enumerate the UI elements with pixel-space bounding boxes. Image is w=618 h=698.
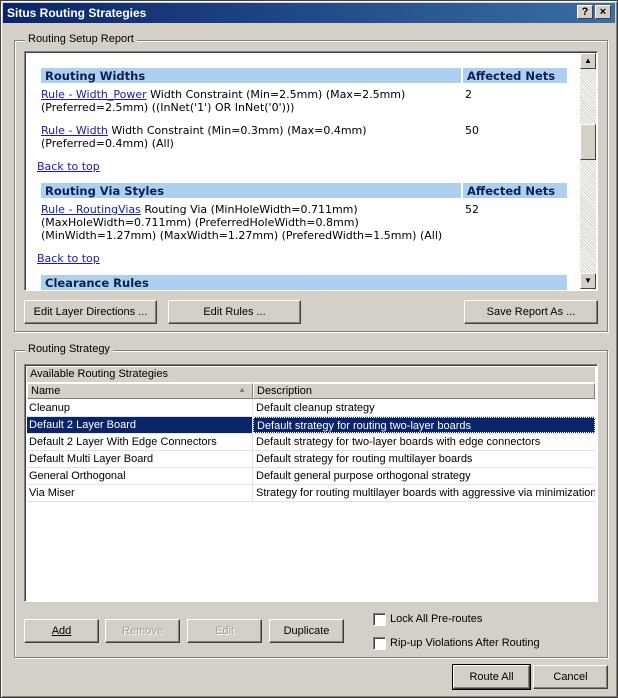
edit-rules-button[interactable]: Edit Rules ... — [168, 300, 301, 324]
strategy-row[interactable]: General Orthogonal Default general purpos… — [27, 468, 595, 485]
dialog-window: Situs Routing Strategies ? × Routing Set… — [0, 0, 618, 698]
scroll-thumb[interactable] — [580, 124, 596, 160]
affected-nets-count: 52 — [465, 203, 479, 216]
scroll-up-icon[interactable]: ▲ — [580, 53, 596, 69]
duplicate-button[interactable]: Duplicate — [269, 619, 344, 643]
section-title: Clearance Rules — [41, 275, 567, 290]
ripup-violations-checkbox[interactable] — [373, 637, 386, 650]
strategy-description: Default strategy for routing two-layer b… — [253, 417, 595, 433]
lock-preroutes-checkbox[interactable] — [373, 613, 386, 626]
strategy-name: Via Miser — [27, 485, 253, 501]
rule-link[interactable]: Rule - Width_Power — [41, 88, 147, 101]
column-header-name[interactable]: Name ▲ — [27, 383, 253, 399]
group-title-strategy: Routing Strategy — [25, 343, 113, 355]
strategy-name: Cleanup — [27, 400, 253, 416]
strategy-rows: Cleanup Default cleanup strategy Default 2… — [27, 400, 595, 502]
add-button[interactable]: Add — [24, 619, 99, 643]
strategy-description: Default cleanup strategy — [256, 402, 375, 414]
title-bar[interactable]: Situs Routing Strategies ? × — [3, 3, 615, 23]
affected-nets-count: 2 — [465, 88, 472, 101]
strategy-description: Default general purpose orthogonal strat… — [256, 470, 471, 482]
ripup-violations-label: Rip-up Violations After Routing — [390, 637, 540, 649]
report-section-heading: Routing Via Styles Affected Nets — [37, 183, 569, 198]
add-label: Add — [51, 625, 72, 637]
strategy-name: Default 2 Layer With Edge Connectors — [27, 434, 253, 450]
strategy-row[interactable]: Default 2 Layer With Edge Connectors Defa… — [27, 434, 595, 451]
strategy-name: Default 2 Layer Board — [27, 417, 253, 433]
window-title: Situs Routing Strategies — [7, 6, 147, 20]
rule-row: Rule - RoutingVias Routing Via (MinHoleW… — [37, 203, 569, 242]
report-section-heading: Routing Widths Affected Nets — [37, 68, 569, 83]
list-caption: Available Routing Strategies — [27, 367, 595, 382]
report-vertical-scrollbar[interactable]: ▲ ▼ — [580, 53, 596, 289]
section-title: Routing Widths — [41, 68, 461, 83]
report-content: Routing Widths Affected Nets Rule - Width_… — [37, 68, 569, 290]
cancel-button[interactable]: Cancel — [533, 665, 608, 689]
rule-row: Rule - Width Width Constraint (Min=0.3mm… — [37, 124, 569, 150]
rule-description: Rule - RoutingVias Routing Via (MinHoleW… — [37, 203, 459, 242]
routing-report-view[interactable]: Routing Widths Affected Nets Rule - Width_… — [24, 51, 598, 291]
section-title: Routing Via Styles — [41, 183, 461, 198]
group-title-setup: Routing Setup Report — [25, 33, 137, 45]
strategy-row[interactable]: Default 2 Layer Board Default strategy fo… — [27, 417, 595, 434]
column-description-label: Description — [257, 385, 313, 397]
rule-link[interactable]: Rule - Width — [41, 124, 108, 137]
rule-row: Rule - Width_Power Width Constraint (Min… — [37, 88, 569, 114]
strategy-name: Default Multi Layer Board — [27, 451, 253, 467]
back-to-top-link[interactable]: Back to top — [37, 252, 569, 265]
sort-ascending-icon: ▲ — [238, 385, 246, 394]
lock-preroutes-label: Lock All Pre-routes — [390, 613, 483, 625]
rule-description: Rule - Width Width Constraint (Min=0.3mm… — [37, 124, 459, 150]
scroll-down-icon[interactable]: ▼ — [580, 273, 596, 289]
strategy-description: Default strategy for two-layer boards wi… — [256, 436, 541, 448]
remove-button[interactable]: Remove — [105, 619, 180, 643]
affected-nets-count: 50 — [465, 124, 479, 137]
strategy-row[interactable]: Cleanup Default cleanup strategy — [27, 400, 595, 417]
column-header-description[interactable]: Description — [253, 383, 595, 399]
rule-description: Rule - Width_Power Width Constraint (Min… — [37, 88, 459, 114]
close-button[interactable]: × — [595, 5, 611, 19]
save-report-button[interactable]: Save Report As ... — [464, 300, 598, 324]
affected-nets-heading: Affected Nets — [463, 183, 567, 198]
strategy-description: Strategy for routing multilayer boards w… — [256, 487, 595, 499]
edit-layer-directions-button[interactable]: Edit Layer Directions ... — [24, 300, 157, 324]
help-button[interactable]: ? — [577, 5, 593, 19]
strategy-row[interactable]: Default Multi Layer Board Default strateg… — [27, 451, 595, 468]
strategies-list[interactable]: Available Routing Strategies Name ▲ Desc… — [24, 364, 598, 602]
strategy-description: Default strategy for routing multilayer … — [256, 453, 473, 465]
affected-nets-heading: Affected Nets — [463, 68, 567, 83]
rule-link[interactable]: Rule - RoutingVias — [41, 203, 141, 216]
report-section-heading: Clearance Rules — [37, 275, 569, 290]
route-all-button[interactable]: Route All — [452, 664, 531, 690]
back-to-top-link[interactable]: Back to top — [37, 160, 569, 173]
strategy-row[interactable]: Via Miser Strategy for routing multilayer… — [27, 485, 595, 502]
edit-button[interactable]: Edit — [187, 619, 262, 643]
strategy-name: General Orthogonal — [27, 468, 253, 484]
column-name-label: Name — [31, 385, 61, 397]
list-header: Name ▲ Description — [27, 383, 595, 399]
